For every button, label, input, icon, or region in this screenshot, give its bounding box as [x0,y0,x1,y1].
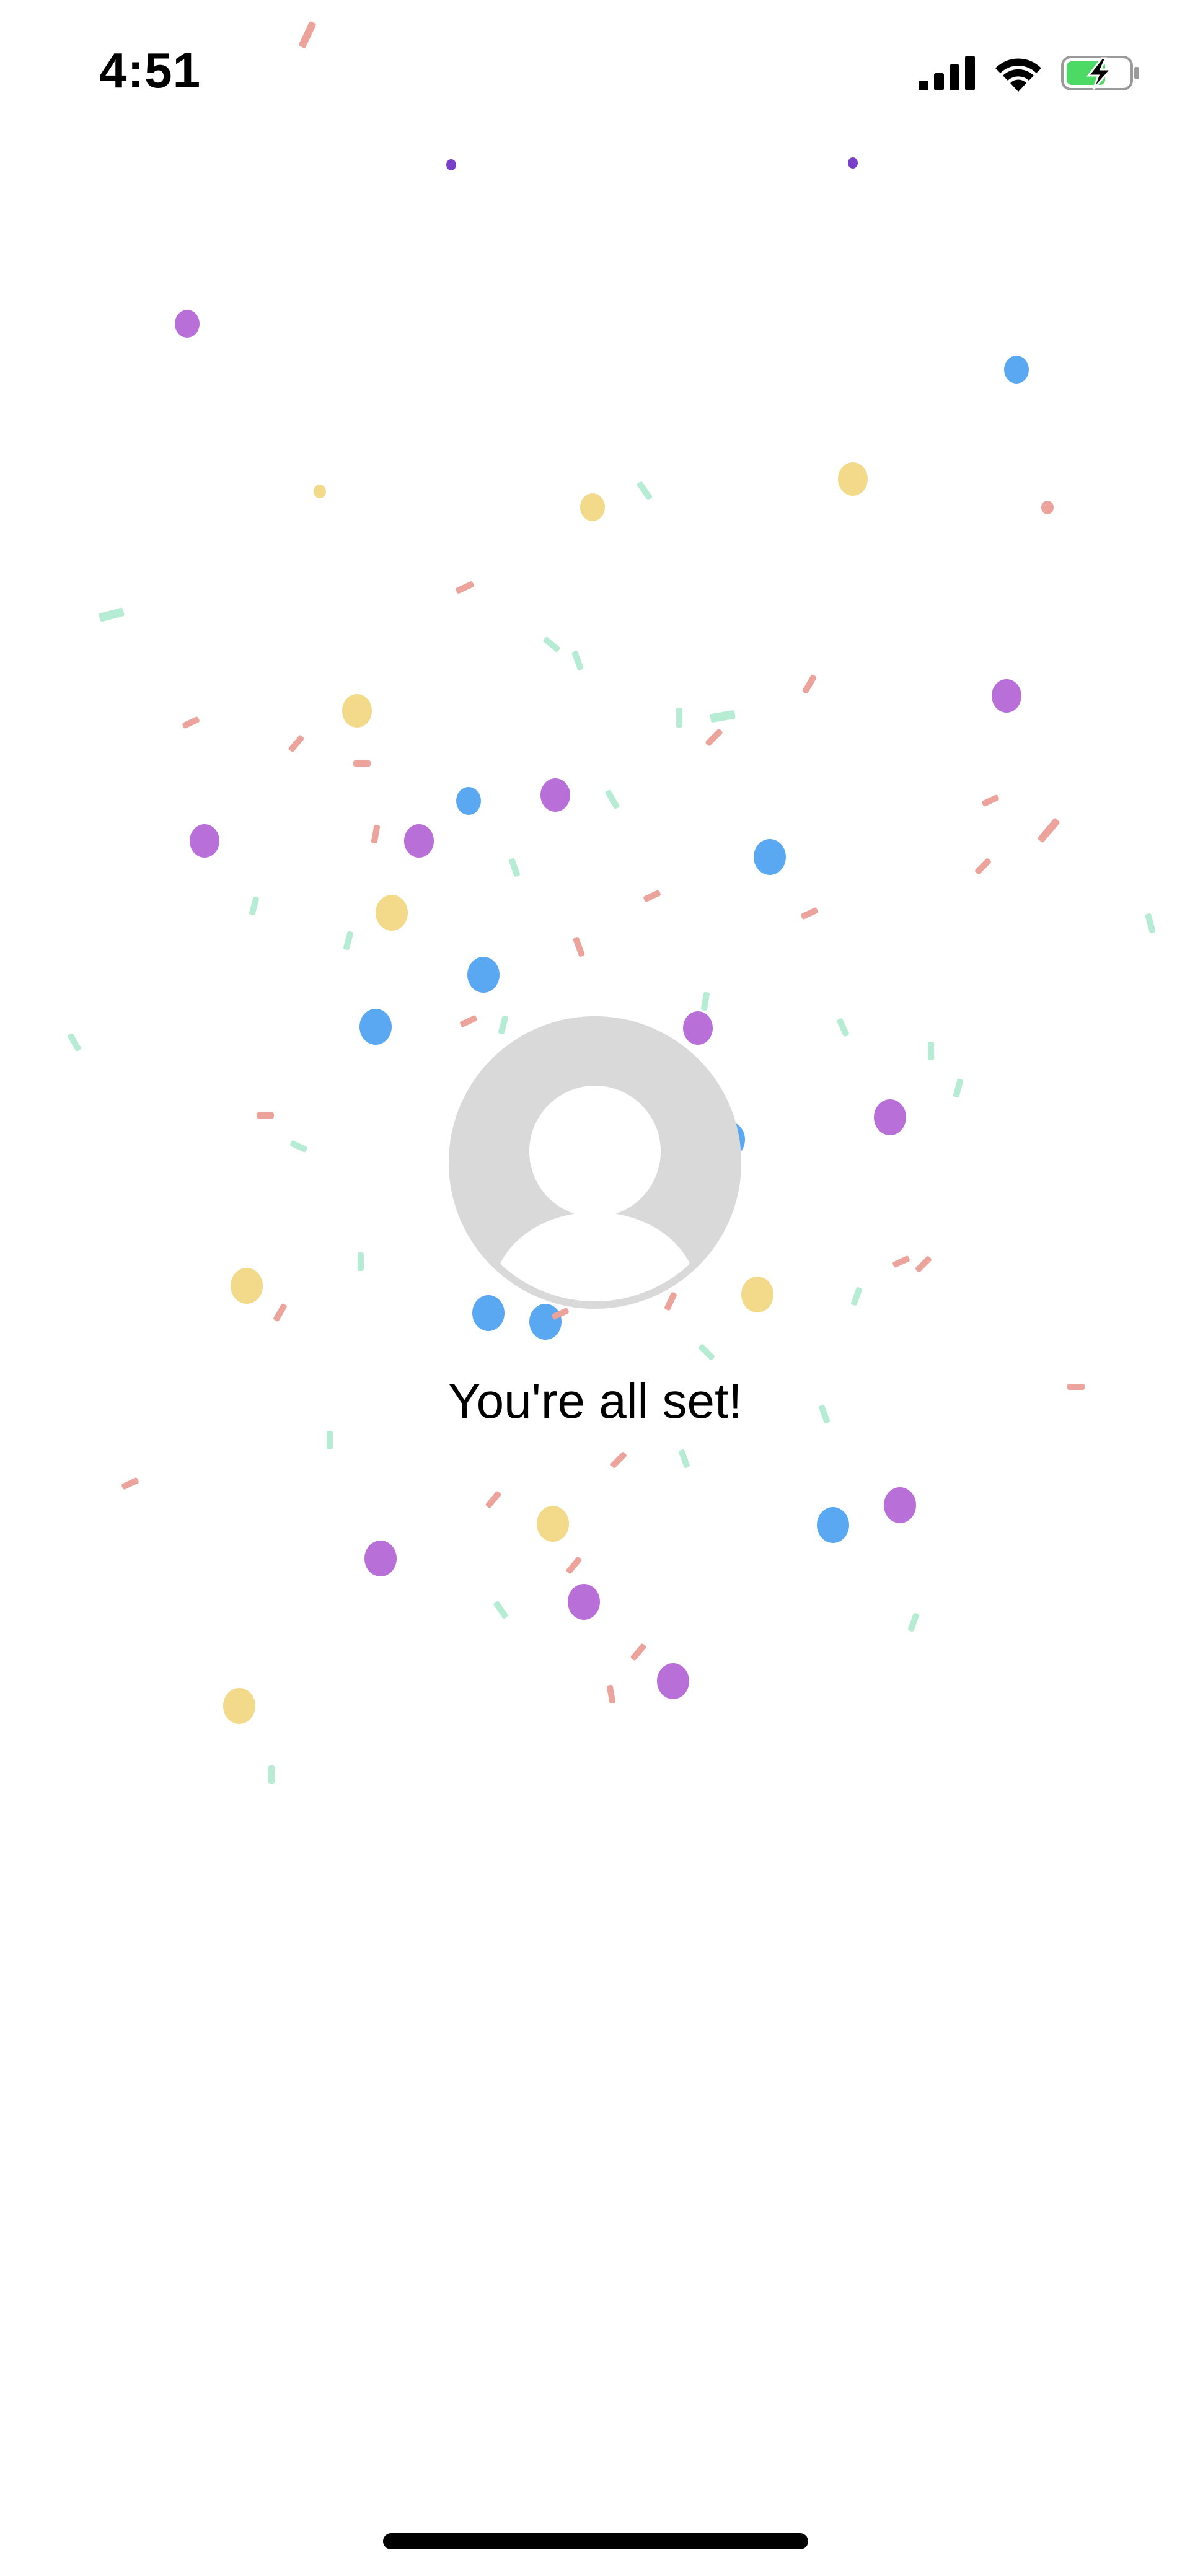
confetti-strip [508,858,521,877]
confetti-strip [273,1303,288,1322]
confetti-strip [182,716,200,729]
confetti-strip [455,581,475,594]
confetti-dot [342,694,372,728]
confetti-strip [914,1255,933,1273]
confetti-strip [630,1643,647,1661]
confetti-strip [571,650,584,671]
confetti-strip [892,1255,910,1268]
confetti-strip [353,760,371,767]
avatar [449,1016,741,1309]
status-bar: 4:51 [0,0,1190,149]
confetti-strip [907,1612,920,1632]
confetti-strip [636,481,653,501]
confetti-dot [537,1506,569,1542]
confetti-strip [836,1018,850,1037]
confetti-dot [364,1541,397,1577]
confetti-dot [848,157,858,169]
user-placeholder-icon [449,1016,741,1309]
confetti-dot [404,824,434,858]
confetti-strip [928,1042,934,1060]
confetti-strip [700,991,710,1011]
confetti-dot [838,462,868,496]
confetti-dot [314,485,326,499]
confetti-strip [981,794,1000,807]
confetti-strip [327,1431,333,1449]
confetti-strip [676,708,682,728]
confetti-strip [565,1556,583,1575]
confetti-strip [800,907,819,920]
confetti-strip [257,1112,274,1119]
cellular-signal-icon [919,56,975,90]
confetti-dot [223,1688,255,1725]
screen: 4:51 You're all set! [0,0,1190,2576]
confetti-strip [343,931,354,951]
confetti-dot [529,1304,562,1340]
confetti-dot [175,310,200,338]
confetti-dot [817,1507,849,1544]
status-time: 4:51 [99,43,201,98]
confetti-strip [697,1343,716,1361]
confetti-dot [376,895,408,931]
status-icons [919,48,1140,98]
confetti-dot [359,1009,392,1045]
confetti-strip [268,1765,275,1784]
confetti-dot [1004,356,1029,384]
confetti-dot [874,1099,906,1136]
confetti-dot [446,159,456,170]
confetti-strip [358,1252,364,1271]
confetti-strip [606,1684,616,1704]
confetti-strip [953,1078,964,1098]
battery-charging-icon [1061,56,1139,90]
confetti-strip [643,889,661,903]
confetti-strip [493,1600,509,1620]
confetti-dot [456,787,481,815]
confetti-dot [568,1584,600,1620]
wifi-icon [995,58,1041,92]
confetti-dot [540,778,570,812]
confetti-strip [572,936,586,957]
confetti-dot [657,1663,689,1700]
confetti-strip [551,1307,570,1321]
confetti-strip [801,674,818,695]
confetti-strip [678,1449,690,1469]
success-message: You're all set! [447,1373,743,1428]
confetti-strip [371,824,381,844]
confetti-dot [741,1277,774,1313]
confetti-strip [121,1477,139,1490]
confetti-dot [1041,501,1054,515]
confetti-dot [754,839,786,876]
confetti-strip [1145,913,1156,934]
confetti-strip [710,710,736,723]
confetti-strip [98,607,125,622]
home-indicator[interactable] [383,2533,808,2549]
confetti-strip [542,636,561,653]
confetti-strip [67,1032,82,1052]
confetti-dot [884,1487,916,1524]
confetti-dot [467,957,500,993]
confetti-strip [705,728,723,747]
confetti-strip [288,734,305,753]
confetti-dot [580,493,605,521]
confetti-strip [249,896,260,916]
confetti-strip [850,1286,863,1306]
confetti-dot [231,1268,263,1304]
confetti-strip [974,857,992,876]
confetti-dot [992,679,1021,713]
confetti-strip [289,1140,308,1153]
confetti-strip [1037,817,1060,843]
confetti-strip [485,1490,502,1509]
confetti-strip [609,1451,628,1469]
confetti-strip [604,789,620,810]
confetti-dot [190,824,219,858]
